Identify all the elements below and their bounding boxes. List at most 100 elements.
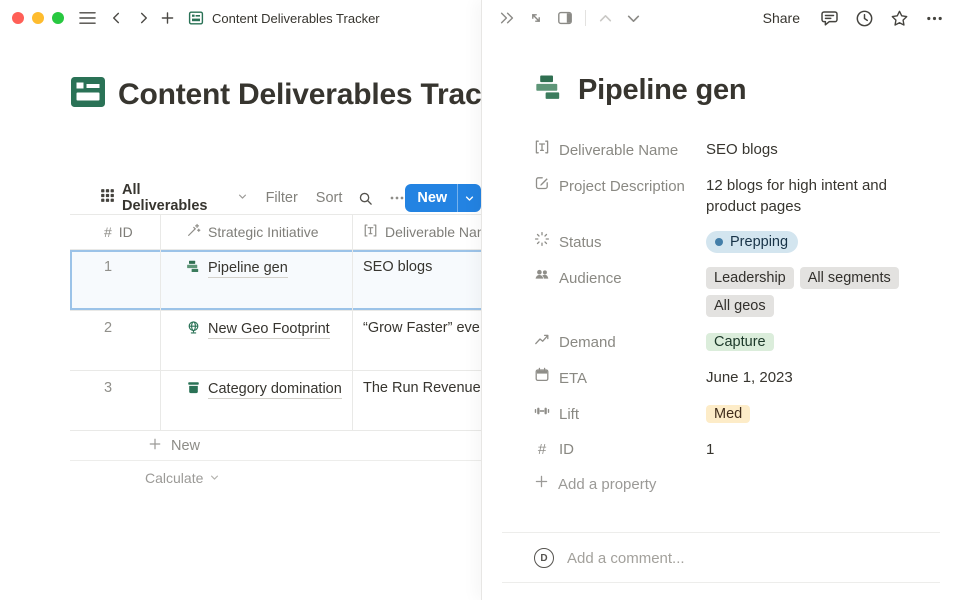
more-icon[interactable] [925, 9, 944, 28]
property-label[interactable]: Project Description [534, 175, 706, 197]
new-record-button[interactable]: New [405, 184, 481, 212]
side-peek-panel: Share Pipeline gen [481, 0, 960, 600]
property-row-lift: Lift Med [534, 396, 928, 432]
record-title-text: Pipeline gen [578, 74, 746, 107]
updates-icon[interactable] [855, 9, 874, 28]
tag[interactable]: Med [706, 405, 750, 423]
tag[interactable]: Capture [706, 333, 774, 351]
cell-id[interactable]: 1 [70, 250, 160, 310]
comment-composer: D Add a comment... [534, 533, 928, 582]
title-bar: Content Deliverables Tracker [0, 0, 481, 36]
property-value[interactable]: 1 [706, 439, 928, 460]
property-value[interactable]: SEO blogs [706, 139, 928, 160]
property-label[interactable]: Demand [534, 331, 706, 353]
close-window-button[interactable] [12, 12, 24, 24]
sort-button[interactable]: Sort [316, 190, 343, 206]
sidebar-toggle-icon[interactable] [79, 11, 96, 25]
property-value[interactable]: Prepping [706, 231, 928, 253]
database-icon [188, 10, 204, 26]
more-icon[interactable] [389, 190, 405, 206]
view-toolbar: All Deliverables Filter Sort New [0, 183, 481, 213]
property-label[interactable]: Status [534, 231, 706, 253]
table-row[interactable]: 1 Pipeline gen SEO blogs [70, 250, 481, 311]
chevron-down-icon [209, 470, 220, 486]
main-panel: Content Deliverables Tracker Content Del… [0, 0, 481, 600]
header-divider [585, 10, 586, 26]
cell-deliverable-name[interactable]: The Run Revenue S [352, 371, 481, 430]
property-value[interactable]: Med [706, 403, 928, 424]
status-badge[interactable]: Prepping [706, 231, 798, 253]
property-value[interactable]: Leadership All segments All geos [706, 267, 928, 317]
cell-strategic-initiative[interactable]: Category domination [160, 371, 352, 430]
globe-icon [186, 320, 201, 339]
comment-input[interactable]: Add a comment... [567, 550, 685, 567]
property-label[interactable]: Lift [534, 403, 706, 425]
property-label[interactable]: # ID [534, 439, 706, 460]
property-value[interactable]: 12 blogs for high intent and product pag… [706, 175, 928, 217]
property-label[interactable]: ETA [534, 367, 706, 389]
property-row-status: Status Prepping [534, 224, 928, 260]
hash-icon: # [104, 224, 112, 240]
zoom-window-button[interactable] [52, 12, 64, 24]
comment-icon[interactable] [820, 9, 839, 28]
table-row[interactable]: 2 New Geo Footprint “Grow Faster” eve [70, 311, 481, 371]
expand-icon[interactable] [528, 10, 544, 26]
property-label[interactable]: Deliverable Name [534, 139, 706, 161]
window-controls [12, 12, 64, 24]
view-tab-all-deliverables[interactable]: All Deliverables [100, 182, 248, 214]
page-title[interactable]: Content Deliverables Tracker [70, 74, 481, 115]
new-button-dropdown[interactable] [457, 184, 481, 212]
view-name: All Deliverables [122, 182, 230, 214]
status-burst-icon [534, 231, 550, 253]
back-icon[interactable] [110, 11, 123, 25]
add-row-button[interactable]: New [70, 431, 481, 461]
relation-link[interactable]: Pipeline gen [186, 259, 288, 278]
cell-strategic-initiative[interactable]: Pipeline gen [160, 250, 352, 310]
property-row-eta: ETA June 1, 2023 [534, 360, 928, 396]
stack-icon [186, 380, 201, 399]
double-chevron-right-icon[interactable] [499, 10, 515, 26]
property-value[interactable]: Capture [706, 331, 928, 352]
cell-deliverable-name[interactable]: SEO blogs [352, 250, 481, 310]
hash-icon: # [534, 439, 550, 460]
chevron-down-icon[interactable] [626, 11, 641, 26]
minimize-window-button[interactable] [32, 12, 44, 24]
page-title-text: Content Deliverables Tracker [118, 78, 481, 112]
tag[interactable]: All segments [800, 267, 899, 289]
relation-link[interactable]: New Geo Footprint [186, 320, 330, 339]
property-label[interactable]: Audience [534, 267, 706, 289]
calculate-button[interactable]: Calculate [70, 461, 481, 495]
column-header-id[interactable]: # ID [70, 215, 160, 249]
chevron-up-icon[interactable] [598, 11, 613, 26]
property-row-demand: Demand Capture [534, 324, 928, 360]
dumbbell-icon [534, 403, 550, 425]
property-value[interactable]: June 1, 2023 [706, 367, 928, 388]
app-window: Content Deliverables Tracker Content Del… [0, 0, 960, 600]
forward-icon[interactable] [137, 11, 150, 25]
column-header-deliverable-name[interactable]: Deliverable Name [352, 215, 481, 249]
text-icon [534, 139, 550, 161]
trend-chart-icon [534, 331, 550, 353]
cell-id[interactable]: 3 [70, 371, 160, 430]
tag[interactable]: Leadership [706, 267, 794, 289]
column-header-strategic-initiative[interactable]: Strategic Initiative [160, 215, 352, 249]
tag[interactable]: All geos [706, 295, 774, 317]
cell-deliverable-name[interactable]: “Grow Faster” eve [352, 311, 481, 370]
search-icon[interactable] [358, 191, 373, 206]
record-title[interactable]: Pipeline gen [534, 72, 928, 108]
new-tab-icon[interactable] [161, 11, 174, 25]
property-row-audience: Audience Leadership All segments All geo… [534, 260, 928, 324]
status-dot-icon [715, 238, 723, 246]
table-view-icon [100, 188, 115, 208]
chevron-down-icon [237, 189, 248, 207]
cell-strategic-initiative[interactable]: New Geo Footprint [160, 311, 352, 370]
table-row[interactable]: 3 Category domination The Run Revenue S [70, 371, 481, 431]
add-property-button[interactable]: Add a property [534, 467, 928, 502]
filter-button[interactable]: Filter [266, 190, 298, 206]
relation-link[interactable]: Category domination [186, 380, 342, 399]
share-button[interactable]: Share [763, 10, 800, 26]
star-icon[interactable] [890, 9, 909, 28]
side-peek-icon[interactable] [557, 10, 573, 26]
cell-id[interactable]: 2 [70, 311, 160, 370]
bar-steps-icon [534, 72, 565, 108]
